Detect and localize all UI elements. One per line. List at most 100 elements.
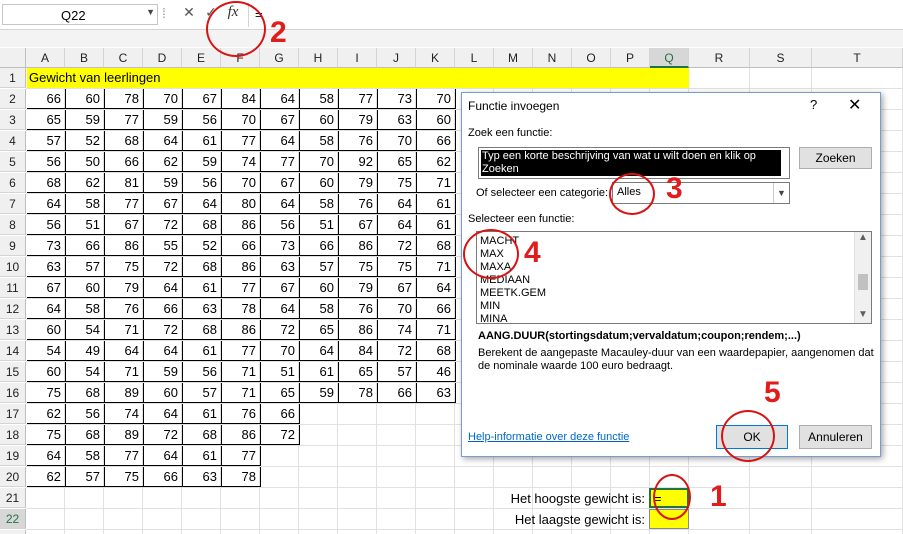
data-cell[interactable]: 61 xyxy=(183,278,222,298)
function-list-item[interactable]: MINA xyxy=(480,313,508,323)
row-header-7[interactable]: 7 xyxy=(0,194,26,214)
data-cell[interactable]: 64 xyxy=(27,299,66,319)
data-cell[interactable]: 64 xyxy=(144,131,183,151)
data-cell[interactable]: 86 xyxy=(222,215,261,235)
data-cell[interactable]: 79 xyxy=(339,173,378,193)
data-cell[interactable]: 70 xyxy=(222,110,261,130)
data-cell[interactable]: 63 xyxy=(27,257,66,277)
data-cell[interactable]: 77 xyxy=(105,446,144,466)
data-cell[interactable]: 58 xyxy=(300,194,339,214)
data-cell[interactable]: 59 xyxy=(144,173,183,193)
data-cell[interactable]: 74 xyxy=(105,404,144,424)
data-cell[interactable]: 75 xyxy=(27,383,66,403)
data-cell[interactable]: 68 xyxy=(105,131,144,151)
data-cell[interactable]: 65 xyxy=(339,362,378,382)
data-cell[interactable]: 64 xyxy=(27,446,66,466)
data-cell[interactable]: 70 xyxy=(222,173,261,193)
data-cell[interactable]: 76 xyxy=(339,131,378,151)
data-cell[interactable]: 59 xyxy=(144,362,183,382)
data-cell[interactable]: 77 xyxy=(105,194,144,214)
data-cell[interactable]: 77 xyxy=(222,341,261,361)
column-header-a[interactable]: A xyxy=(26,48,65,68)
data-cell[interactable]: 54 xyxy=(66,362,105,382)
column-header-j[interactable]: J xyxy=(377,48,416,68)
data-cell[interactable]: 56 xyxy=(27,152,66,172)
chevron-down-icon[interactable]: ▼ xyxy=(773,183,789,203)
data-cell[interactable]: 75 xyxy=(27,425,66,445)
data-cell[interactable]: 67 xyxy=(105,215,144,235)
data-cell[interactable]: 68 xyxy=(27,173,66,193)
function-list-item[interactable]: MEETK.GEM xyxy=(480,287,546,300)
column-header-h[interactable]: H xyxy=(299,48,338,68)
data-cell[interactable]: 77 xyxy=(222,131,261,151)
data-cell[interactable]: 64 xyxy=(144,278,183,298)
column-header-g[interactable]: G xyxy=(260,48,299,68)
name-box[interactable]: Q22 ▼ xyxy=(2,4,158,25)
data-cell[interactable]: 79 xyxy=(339,278,378,298)
row-header-12[interactable]: 12 xyxy=(0,299,26,319)
data-cell[interactable]: 84 xyxy=(339,341,378,361)
data-cell[interactable]: 76 xyxy=(339,299,378,319)
data-cell[interactable]: 51 xyxy=(66,215,105,235)
column-header-s[interactable]: S xyxy=(750,48,812,68)
row-header-2[interactable]: 2 xyxy=(0,89,26,109)
data-cell[interactable]: 66 xyxy=(300,236,339,256)
select-all-corner[interactable] xyxy=(0,48,26,68)
data-cell[interactable]: 71 xyxy=(417,173,456,193)
data-cell[interactable]: 51 xyxy=(300,215,339,235)
data-cell[interactable]: 86 xyxy=(222,257,261,277)
data-cell[interactable]: 57 xyxy=(27,131,66,151)
data-cell[interactable]: 76 xyxy=(339,194,378,214)
data-cell[interactable]: 64 xyxy=(261,131,300,151)
data-cell[interactable]: 67 xyxy=(339,215,378,235)
data-cell[interactable]: 67 xyxy=(261,278,300,298)
data-cell[interactable]: 58 xyxy=(66,446,105,466)
data-cell[interactable]: 89 xyxy=(105,425,144,445)
data-cell[interactable]: 73 xyxy=(378,89,417,109)
data-cell[interactable]: 46 xyxy=(417,362,456,382)
data-cell[interactable]: 57 xyxy=(378,362,417,382)
data-cell[interactable]: 64 xyxy=(378,194,417,214)
data-cell[interactable]: 60 xyxy=(27,320,66,340)
data-cell[interactable]: 58 xyxy=(300,89,339,109)
data-cell[interactable]: 64 xyxy=(378,215,417,235)
data-cell[interactable]: 68 xyxy=(66,425,105,445)
data-cell[interactable]: 80 xyxy=(222,194,261,214)
data-cell[interactable]: 64 xyxy=(261,299,300,319)
data-cell[interactable]: 61 xyxy=(300,362,339,382)
data-cell[interactable]: 49 xyxy=(66,341,105,361)
data-cell[interactable]: 52 xyxy=(183,236,222,256)
data-cell[interactable]: 74 xyxy=(378,320,417,340)
data-cell[interactable]: 61 xyxy=(417,194,456,214)
data-cell[interactable]: 57 xyxy=(66,467,105,487)
data-cell[interactable]: 58 xyxy=(300,299,339,319)
row-header-14[interactable]: 14 xyxy=(0,341,26,361)
data-cell[interactable]: 58 xyxy=(300,131,339,151)
row-header-4[interactable]: 4 xyxy=(0,131,26,151)
row-header-3[interactable]: 3 xyxy=(0,110,26,130)
data-cell[interactable]: 92 xyxy=(339,152,378,172)
data-cell[interactable]: 63 xyxy=(261,257,300,277)
data-cell[interactable]: 64 xyxy=(261,89,300,109)
data-cell[interactable]: 77 xyxy=(339,89,378,109)
data-cell[interactable]: 64 xyxy=(417,278,456,298)
row-header-1[interactable]: 1 xyxy=(0,68,26,88)
data-cell[interactable]: 68 xyxy=(183,257,222,277)
data-cell[interactable]: 66 xyxy=(417,299,456,319)
row-header-21[interactable]: 21 xyxy=(0,488,26,508)
row-header-19[interactable]: 19 xyxy=(0,446,26,466)
help-link[interactable]: Help-informatie over deze functie xyxy=(468,431,629,443)
help-icon[interactable]: ? xyxy=(810,97,817,112)
data-cell[interactable]: 60 xyxy=(417,110,456,130)
column-header-l[interactable]: L xyxy=(455,48,494,68)
data-cell[interactable]: 72 xyxy=(144,425,183,445)
column-header-e[interactable]: E xyxy=(182,48,221,68)
data-cell[interactable]: 66 xyxy=(27,89,66,109)
data-cell[interactable]: 67 xyxy=(261,110,300,130)
data-cell[interactable]: 59 xyxy=(144,110,183,130)
data-cell[interactable]: 56 xyxy=(183,173,222,193)
data-cell[interactable]: 60 xyxy=(27,362,66,382)
data-cell[interactable]: 67 xyxy=(378,278,417,298)
data-cell[interactable]: 55 xyxy=(144,236,183,256)
data-cell[interactable]: 64 xyxy=(183,194,222,214)
